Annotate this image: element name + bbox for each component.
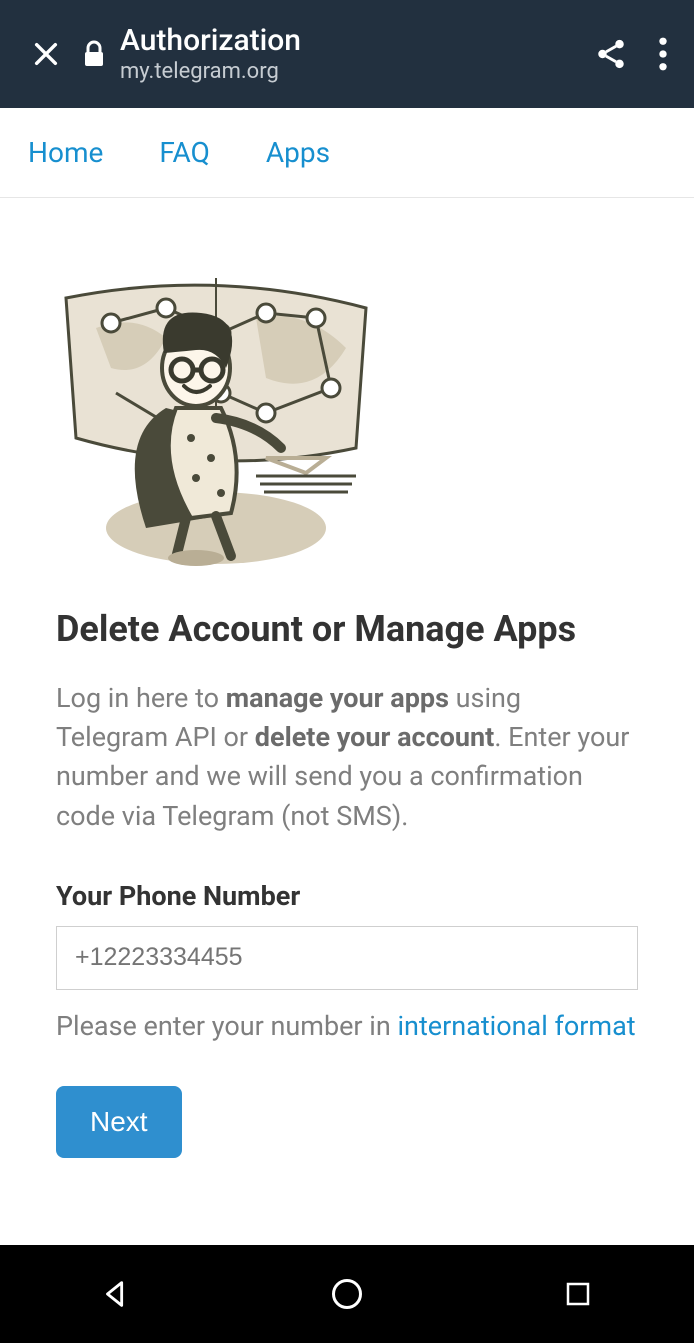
- back-icon[interactable]: [94, 1272, 138, 1316]
- desc-bold-delete: delete your account: [255, 721, 495, 753]
- page-title: Authorization: [120, 24, 301, 59]
- phone-label: Your Phone Number: [56, 880, 638, 912]
- browser-top-bar: Authorization my.telegram.org: [0, 0, 694, 108]
- close-icon[interactable]: [20, 38, 72, 70]
- hero-illustration: [56, 258, 376, 568]
- intl-format-link[interactable]: international format: [397, 1010, 635, 1042]
- site-nav: Home FAQ Apps: [0, 108, 694, 198]
- main-content: Delete Account or Manage Apps Log in her…: [0, 198, 694, 1158]
- lock-icon: [82, 40, 106, 68]
- helper-pre: Please enter your number in: [56, 1010, 397, 1042]
- desc-bold-manage: manage your apps: [226, 682, 449, 714]
- next-button[interactable]: Next: [56, 1086, 182, 1158]
- nav-faq[interactable]: FAQ: [159, 136, 210, 169]
- nav-home[interactable]: Home: [28, 136, 103, 169]
- home-icon[interactable]: [325, 1272, 369, 1316]
- share-icon[interactable]: [594, 37, 628, 71]
- desc-text: Log in here to: [56, 682, 226, 714]
- heading: Delete Account or Manage Apps: [56, 608, 638, 651]
- helper-text: Please enter your number in internationa…: [56, 1008, 638, 1046]
- description: Log in here to manage your apps using Te…: [56, 679, 638, 836]
- phone-input[interactable]: [56, 926, 638, 990]
- page-url: my.telegram.org: [120, 59, 301, 84]
- nav-apps[interactable]: Apps: [266, 136, 330, 169]
- more-icon[interactable]: [658, 37, 668, 71]
- system-nav-bar: [0, 1245, 694, 1343]
- recents-icon[interactable]: [556, 1272, 600, 1316]
